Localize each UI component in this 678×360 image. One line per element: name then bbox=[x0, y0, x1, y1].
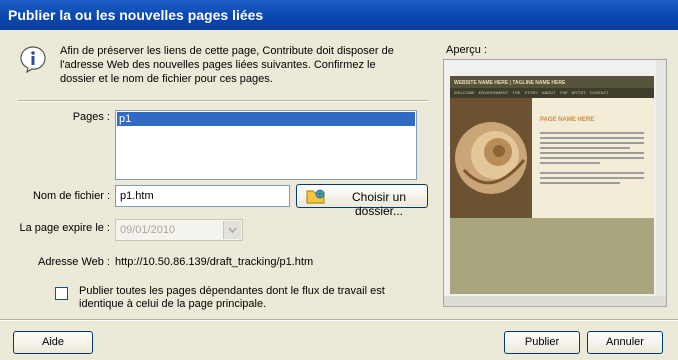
pages-label: Pages : bbox=[72, 111, 110, 123]
preview-nav-item: CONTACT bbox=[589, 90, 609, 95]
preview-nav-item: ENVIRONMENT bbox=[478, 90, 509, 95]
divider bbox=[18, 100, 428, 102]
dialog-window: Publier la ou les nouvelles pages liées … bbox=[0, 0, 678, 360]
preview-label: Aperçu : bbox=[446, 44, 487, 56]
footer-divider bbox=[0, 319, 678, 321]
choose-folder-label: Choisir un dossier... bbox=[351, 190, 407, 218]
filename-input[interactable]: p1.htm bbox=[115, 185, 290, 207]
publish-all-label: Publier toutes les pages dépendantes don… bbox=[79, 285, 385, 310]
help-button[interactable]: Aide bbox=[13, 331, 93, 354]
info-message: Afin de préserver les liens de cette pag… bbox=[60, 45, 394, 85]
preview-thumbnail bbox=[444, 60, 666, 306]
preview-pane: WEBSITE NAME HERE | TAGLINE NAME HERE WE… bbox=[443, 59, 667, 307]
title-bar: Publier la ou les nouvelles pages liées bbox=[0, 0, 678, 30]
folder-icon bbox=[306, 189, 325, 204]
chevron-down-icon bbox=[223, 221, 241, 239]
info-icon bbox=[20, 46, 46, 73]
filename-label: Nom de fichier : bbox=[32, 190, 110, 202]
expire-label: La page expire le : bbox=[19, 222, 110, 234]
web-address-label: Adresse Web : bbox=[38, 256, 110, 268]
preview-page-title: PAGE NAME HERE bbox=[540, 117, 595, 123]
expire-date-field: 09/01/2010 bbox=[115, 219, 243, 241]
cancel-button[interactable]: Annuler bbox=[587, 331, 663, 354]
preview-nav: WELCOME ENVIRONMENT THE STORY ABOUT THE … bbox=[454, 90, 609, 95]
preview-nav-item: THE STORY bbox=[512, 90, 539, 95]
preview-nav-item: WELCOME bbox=[454, 90, 475, 95]
choose-folder-button[interactable]: Choisir un dossier... bbox=[296, 184, 428, 218]
expire-date-value: 09/01/2010 bbox=[120, 224, 176, 236]
list-item[interactable]: p1 bbox=[117, 112, 415, 126]
pages-list[interactable]: p1 bbox=[115, 110, 417, 180]
publish-button[interactable]: Publier bbox=[504, 331, 580, 354]
preview-nav-item: ABOUT THE ARTIST bbox=[541, 90, 586, 95]
web-address-value: http://10.50.86.139/draft_tracking/p1.ht… bbox=[115, 256, 314, 268]
preview-site-header: WEBSITE NAME HERE | TAGLINE NAME HERE bbox=[454, 80, 566, 86]
publish-all-checkbox[interactable] bbox=[55, 287, 68, 300]
